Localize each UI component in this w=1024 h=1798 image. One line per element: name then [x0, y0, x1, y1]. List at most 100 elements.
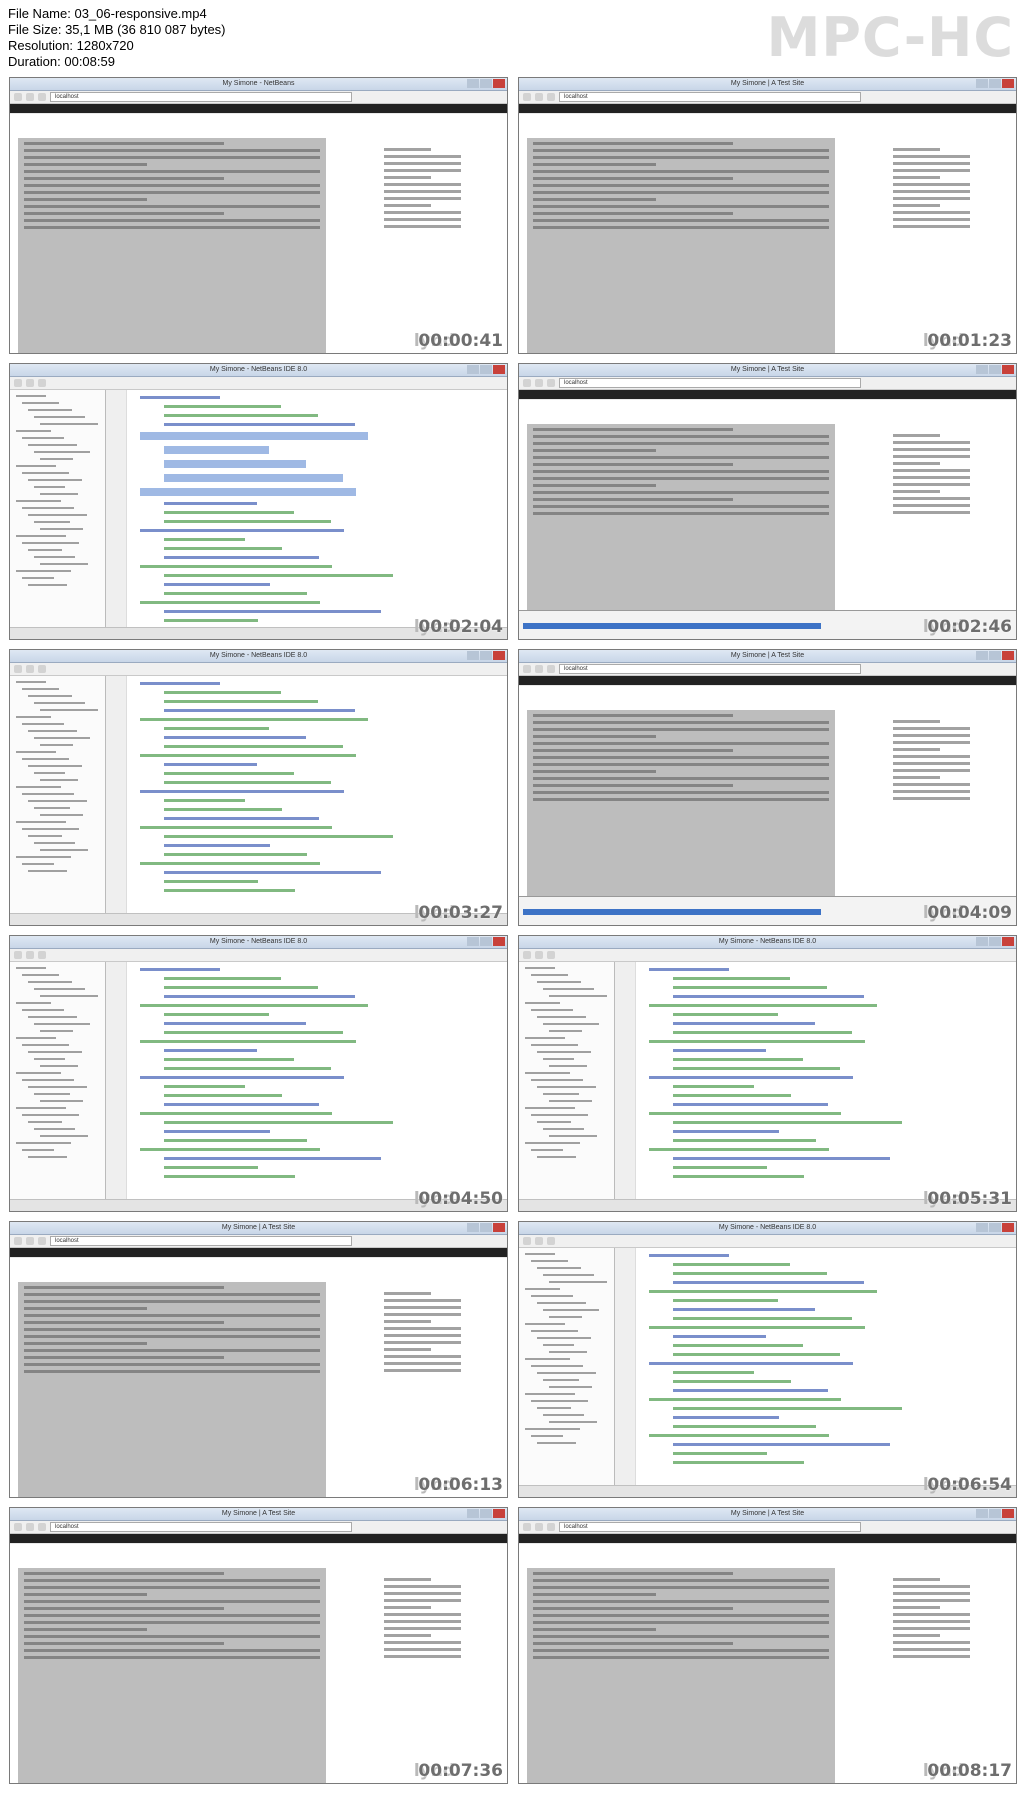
- toolbar-button-icon: [38, 665, 46, 673]
- toolbar-button-icon: [14, 665, 22, 673]
- code-line: [673, 1353, 840, 1356]
- text-line: [24, 1342, 148, 1345]
- text-line: [24, 170, 321, 173]
- code-line: [164, 745, 343, 748]
- sidebar-line: [383, 1592, 462, 1595]
- code-line: [140, 565, 332, 568]
- code-line: [673, 1049, 766, 1052]
- tree-item: [28, 981, 72, 983]
- tree-item: [531, 1009, 573, 1011]
- text-line: [24, 1286, 225, 1289]
- video-thumbnail[interactable]: My Simone | A Test Site localhost lynd 00:0…: [518, 649, 1017, 926]
- text-line: [24, 1642, 225, 1645]
- widget-area: [887, 716, 1006, 925]
- address-bar: localhost: [559, 92, 861, 102]
- code-editor: [615, 962, 1016, 1199]
- tree-item: [537, 1407, 571, 1409]
- video-thumbnail[interactable]: My Simone - NetBeans IDE 8.0 lynd 00:02:04: [9, 363, 508, 640]
- text-line: [533, 763, 830, 766]
- toolbar-button-icon: [535, 93, 543, 101]
- minimize-icon: [467, 651, 479, 660]
- tree-item: [22, 577, 54, 579]
- video-thumbnail[interactable]: My Simone | A Test Site localhost lynd 00:0…: [518, 1507, 1017, 1784]
- content-area: [527, 424, 836, 639]
- code-editor: [106, 390, 507, 631]
- tree-item: [34, 772, 65, 774]
- tree-item: [16, 786, 61, 788]
- video-thumbnail[interactable]: My Simone - NetBeans IDE 8.0 lynd 00:06:54: [518, 1221, 1017, 1498]
- video-thumbnail[interactable]: My Simone | A Test Site localhost lynd 00:0…: [518, 363, 1017, 640]
- web-page: [519, 114, 1016, 353]
- video-thumbnail[interactable]: My Simone - NetBeans IDE 8.0 lynd 00:04:50: [9, 935, 508, 1212]
- video-thumbnail[interactable]: My Simone - NetBeans localhost lynd 00:00:4…: [9, 77, 508, 354]
- toolbar-button-icon: [38, 1237, 46, 1245]
- text-line: [533, 177, 734, 180]
- code-line: [673, 1085, 754, 1088]
- text-line: [533, 428, 734, 431]
- file-size: File Size: 35,1 MB (36 810 087 bytes): [8, 22, 226, 37]
- code-line: [673, 1461, 804, 1464]
- code-line: [673, 1263, 790, 1266]
- minimize-icon: [976, 79, 988, 88]
- timestamp: 00:07:36: [418, 1761, 503, 1781]
- toolbar-button-icon: [14, 951, 22, 959]
- tree-item: [28, 835, 62, 837]
- sidebar-line: [383, 1627, 462, 1630]
- tree-item: [22, 1079, 74, 1081]
- window-controls: [976, 1509, 1014, 1518]
- text-line: [533, 1656, 830, 1659]
- tree-item: [525, 1107, 575, 1109]
- code-line: [164, 736, 306, 739]
- tree-item: [525, 1428, 580, 1430]
- video-thumbnail[interactable]: My Simone | A Test Site localhost lynd 00:0…: [518, 77, 1017, 354]
- sidebar-line: [892, 504, 971, 507]
- tree-item: [537, 981, 581, 983]
- tree-item: [34, 451, 90, 453]
- tree-item: [28, 1016, 77, 1018]
- window-controls: [467, 651, 505, 660]
- close-icon: [1002, 651, 1014, 660]
- line-gutter: [106, 962, 127, 1199]
- code-line: [164, 1103, 319, 1106]
- text-line: [533, 156, 830, 159]
- video-thumbnail[interactable]: My Simone - NetBeans IDE 8.0 lynd 00:05:31: [518, 935, 1017, 1212]
- sidebar-line: [383, 190, 462, 193]
- tree-item: [22, 1149, 54, 1151]
- code-line: [164, 1121, 393, 1124]
- sidebar-line: [892, 1599, 971, 1602]
- text-line: [533, 756, 830, 759]
- close-icon: [493, 651, 505, 660]
- window-controls: [976, 937, 1014, 946]
- code-line: [673, 1380, 791, 1383]
- video-thumbnail[interactable]: My Simone - NetBeans IDE 8.0 lynd 00:03:27: [9, 649, 508, 926]
- text-line: [24, 156, 321, 159]
- tree-item: [543, 1414, 584, 1416]
- code-line: [164, 547, 282, 550]
- web-page: [519, 400, 1016, 639]
- tree-item: [16, 967, 46, 969]
- video-thumbnail[interactable]: My Simone | A Test Site localhost lynd 00:0…: [9, 1507, 508, 1784]
- timestamp: 00:06:54: [927, 1475, 1012, 1495]
- code-line: [649, 968, 729, 971]
- sidebar-line: [892, 162, 971, 165]
- code-line: [673, 1407, 902, 1410]
- toolbar-button-icon: [535, 665, 543, 673]
- tree-item: [22, 402, 59, 404]
- tree-item: [543, 1093, 579, 1095]
- text-line: [533, 512, 830, 515]
- maximize-icon: [480, 937, 492, 946]
- video-thumbnail[interactable]: My Simone | A Test Site localhost lynd 00:0…: [9, 1221, 508, 1498]
- code-line: [649, 1148, 829, 1151]
- code-line: [140, 1040, 356, 1043]
- sidebar-line: [892, 741, 971, 744]
- app-toolbar: localhost: [519, 663, 1016, 676]
- sidebar-line: [892, 155, 971, 158]
- toolbar-button-icon: [26, 1237, 34, 1245]
- code-line: [164, 592, 307, 595]
- sidebar-line: [383, 1620, 462, 1623]
- toolbar-button-icon: [535, 951, 543, 959]
- toolbar-button-icon: [535, 1523, 543, 1531]
- content-area: [527, 1568, 836, 1783]
- code-line: [140, 601, 320, 604]
- sidebar-line: [383, 1369, 462, 1372]
